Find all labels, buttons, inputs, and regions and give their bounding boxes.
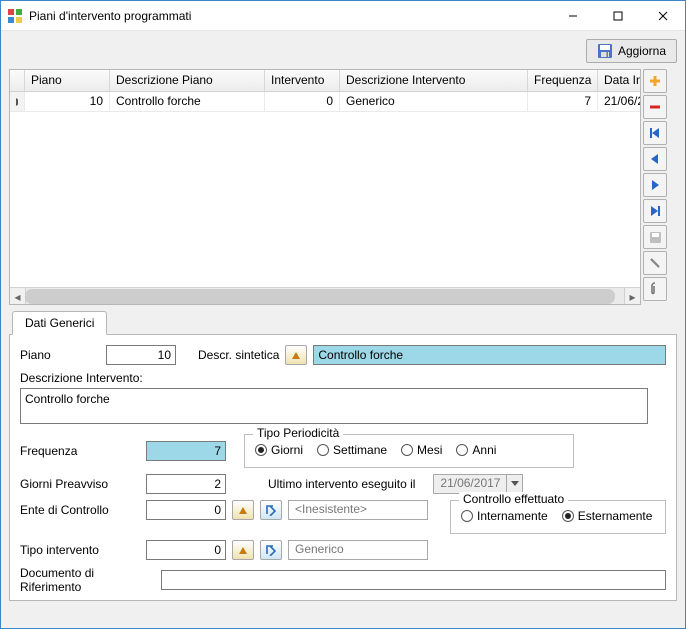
- window: Piani d'intervento programmati Aggiorna …: [0, 0, 686, 629]
- table-row[interactable]: 10 Controllo forche 0 Generico 7 21/06/2…: [10, 92, 640, 112]
- tab-container: Dati Generici Piano Descr. sintetica Des…: [9, 311, 677, 601]
- delete-record-button[interactable]: [643, 251, 667, 275]
- col-piano[interactable]: Piano: [25, 70, 110, 91]
- row-indicator-icon: [10, 92, 25, 111]
- preavviso-input[interactable]: [146, 474, 226, 494]
- grid-side-toolbar: [643, 69, 667, 305]
- grid-header: Piano Descrizione Piano Intervento Descr…: [10, 70, 640, 92]
- last-record-button[interactable]: [643, 199, 667, 223]
- controllo-effettuato-legend: Controllo effettuato: [459, 492, 568, 506]
- minimize-button[interactable]: [550, 1, 595, 30]
- ente-controllo-label: Ente di Controllo: [20, 500, 140, 517]
- tipo-lookup-button[interactable]: [232, 540, 254, 560]
- radio-mesi[interactable]: Mesi: [401, 443, 442, 457]
- documento-riferimento-input[interactable]: [161, 570, 666, 590]
- refresh-button[interactable]: Aggiorna: [586, 39, 677, 63]
- grid-corner: [10, 70, 25, 91]
- cell-piano: 10: [25, 92, 110, 111]
- toolbar: Aggiorna: [9, 39, 677, 63]
- titlebar: Piani d'intervento programmati: [1, 1, 685, 31]
- cell-descr-int: Generico: [340, 92, 528, 111]
- cell-descr-piano: Controllo forche: [110, 92, 265, 111]
- grid-area-wrap: Piano Descrizione Piano Intervento Descr…: [9, 69, 677, 305]
- save-record-button[interactable]: [643, 225, 667, 249]
- grid-hscroll[interactable]: ◂ ▸: [10, 287, 640, 304]
- tipo-periodicita-group: Tipo Periodicità Giorni Settimane Mesi A…: [244, 434, 574, 468]
- remove-row-button[interactable]: [643, 95, 667, 119]
- grid-body: 10 Controllo forche 0 Generico 7 21/06/2…: [10, 92, 640, 287]
- ente-controllo-input[interactable]: [146, 500, 226, 520]
- ente-jump-button[interactable]: [260, 500, 282, 520]
- scroll-thumb[interactable]: [25, 289, 615, 304]
- scroll-right-icon[interactable]: ▸: [625, 288, 640, 305]
- radio-anni[interactable]: Anni: [456, 443, 496, 457]
- piano-input[interactable]: [106, 345, 176, 365]
- close-button[interactable]: [640, 1, 685, 30]
- radio-esternamente[interactable]: Esternamente: [562, 509, 653, 523]
- tipo-intervento-label: Tipo intervento: [20, 543, 140, 557]
- tipo-intervento-input[interactable]: [146, 540, 226, 560]
- controllo-effettuato-group: Controllo effettuato Internamente Estern…: [450, 500, 666, 534]
- next-record-button[interactable]: [643, 173, 667, 197]
- tipo-jump-button[interactable]: [260, 540, 282, 560]
- cell-data: 21/06/201: [598, 92, 640, 111]
- attachment-button[interactable]: [643, 277, 667, 301]
- tabstrip: Dati Generici: [9, 311, 677, 335]
- ultimo-intervento-label: Ultimo intervento eseguito il: [268, 477, 415, 491]
- descr-sintetica-input[interactable]: [313, 345, 666, 365]
- descr-intervento-text[interactable]: Controllo forche: [20, 388, 648, 424]
- refresh-label: Aggiorna: [618, 44, 666, 58]
- lookup-descr-button[interactable]: [285, 345, 307, 365]
- col-descr-piano[interactable]: Descrizione Piano: [110, 70, 265, 91]
- ultimo-intervento-date[interactable]: 21/06/2017: [433, 474, 523, 494]
- tab-content: Piano Descr. sintetica Descrizione Inter…: [10, 334, 676, 600]
- col-descr-intervento[interactable]: Descrizione Intervento: [340, 70, 528, 91]
- col-intervento[interactable]: Intervento: [265, 70, 340, 91]
- window-title: Piani d'intervento programmati: [29, 9, 550, 23]
- scroll-left-icon[interactable]: ◂: [10, 288, 25, 305]
- prev-record-button[interactable]: [643, 147, 667, 171]
- descr-sintetica-label: Descr. sintetica: [198, 348, 279, 362]
- piano-label: Piano: [20, 348, 100, 362]
- ente-controllo-text: <Inesistente>: [288, 500, 428, 520]
- frequenza-label: Frequenza: [20, 444, 140, 458]
- radio-internamente[interactable]: Internamente: [461, 509, 548, 523]
- first-record-button[interactable]: [643, 121, 667, 145]
- col-data[interactable]: Data Inte: [598, 70, 640, 91]
- ente-lookup-button[interactable]: [232, 500, 254, 520]
- save-icon: [597, 43, 613, 59]
- window-controls: [550, 1, 685, 30]
- descr-intervento-label: Descrizione Intervento:: [20, 371, 666, 385]
- frequenza-input[interactable]: [146, 441, 226, 461]
- data-grid[interactable]: Piano Descrizione Piano Intervento Descr…: [9, 69, 641, 305]
- client-area: Aggiorna Piano Descrizione Piano Interve…: [1, 31, 685, 628]
- cell-freq: 7: [528, 92, 598, 111]
- app-icon: [7, 8, 23, 24]
- tipo-intervento-text: Generico: [288, 540, 428, 560]
- cell-intervento: 0: [265, 92, 340, 111]
- add-row-button[interactable]: [643, 69, 667, 93]
- maximize-button[interactable]: [595, 1, 640, 30]
- radio-giorni[interactable]: Giorni: [255, 443, 303, 457]
- col-frequenza[interactable]: Frequenza: [528, 70, 598, 91]
- radio-settimane[interactable]: Settimane: [317, 443, 387, 457]
- chevron-down-icon: [506, 475, 522, 493]
- documento-riferimento-label: Documento di Riferimento: [20, 566, 155, 594]
- preavviso-label: Giorni Preavviso: [20, 477, 140, 491]
- tipo-periodicita-legend: Tipo Periodicità: [253, 426, 343, 440]
- tab-dati-generici[interactable]: Dati Generici: [12, 311, 107, 335]
